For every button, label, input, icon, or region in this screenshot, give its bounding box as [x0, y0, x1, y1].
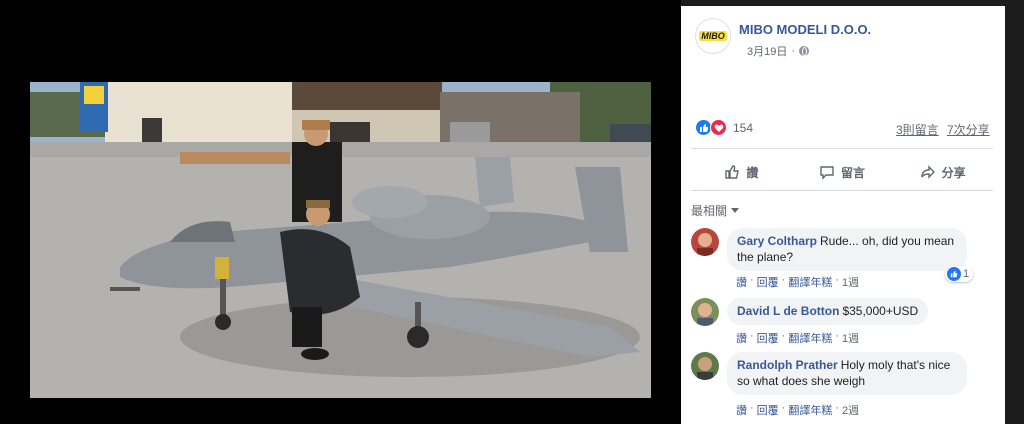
page-avatar[interactable]: MIBO [695, 18, 731, 54]
separator: · [835, 330, 840, 342]
comment-item: Randolph Prather Holy moly that's nice so… [691, 352, 991, 418]
globe-icon[interactable] [799, 46, 810, 56]
divider [691, 148, 993, 149]
comment-like-link[interactable]: 讚 [736, 402, 747, 418]
comment-item: Gary Coltharp Rude... oh, did you mean th… [691, 228, 991, 290]
page-logo-text: MIBO [699, 31, 727, 41]
comment-reaction-count[interactable]: 1 [945, 266, 974, 282]
comment-actions: 讚 · 回覆 · 翻譯年糕 · 1週 [736, 274, 859, 290]
reactions-summary: 154 3則留言 7次分享 [695, 119, 995, 137]
comment-author[interactable]: David L de Botton [737, 304, 839, 318]
comment-bubble-icon [820, 166, 834, 180]
comment-translate-link[interactable]: 翻譯年糕 [788, 402, 832, 418]
thumbs-up-icon [725, 165, 740, 179]
comment-reply-link[interactable]: 回覆 [757, 402, 779, 418]
like-label: 讚 [746, 165, 759, 180]
like-button[interactable]: 讚 [691, 154, 792, 190]
comment-label: 留言 [841, 165, 866, 180]
like-reaction-icon [947, 267, 961, 281]
love-reaction-icon[interactable] [710, 119, 727, 136]
comment-like-link[interactable]: 讚 [736, 330, 747, 346]
share-arrow-icon [920, 165, 935, 179]
comment-like-link[interactable]: 讚 [736, 274, 747, 290]
comment-time[interactable]: 1週 [842, 274, 859, 290]
separator: · [750, 274, 754, 286]
comment-count-link[interactable]: 3則留言 [896, 121, 939, 138]
comment-translate-link[interactable]: 翻譯年糕 [788, 274, 832, 290]
photo-drone-scene [30, 82, 651, 398]
share-button[interactable]: 分享 [892, 154, 993, 190]
commenter-avatar[interactable] [691, 298, 719, 326]
comment-reply-link[interactable]: 回覆 [757, 330, 779, 346]
comment-translate-link[interactable]: 翻譯年糕 [788, 330, 832, 346]
comment-button[interactable]: 留言 [792, 154, 893, 190]
post-date[interactable]: 3月19日 [747, 43, 787, 59]
comment-sort-dropdown[interactable]: 最相關 [691, 202, 740, 219]
caret-down-icon [731, 208, 740, 213]
post-photo[interactable] [30, 82, 651, 398]
comment-text: $35,000+USD [842, 304, 919, 318]
page-name-link[interactable]: MIBO MODELI D.O.O. [739, 22, 871, 37]
share-count-link[interactable]: 7次分享 [947, 121, 990, 138]
meta-separator: · [791, 45, 796, 57]
separator: · [835, 402, 840, 414]
comment-author[interactable]: Gary Coltharp [737, 234, 817, 248]
separator: · [781, 274, 786, 286]
viewer-edge [1005, 0, 1024, 424]
comment-bubble: Randolph Prather Holy moly that's nice so… [727, 352, 967, 395]
separator: · [750, 330, 754, 342]
comment-time[interactable]: 1週 [842, 330, 859, 346]
separator: · [750, 402, 754, 414]
comment-actions: 讚 · 回覆 · 翻譯年糕 · 2週 [736, 402, 859, 418]
comment-reply-link[interactable]: 回覆 [757, 274, 779, 290]
separator: · [781, 402, 786, 414]
post-panel: MIBO MIBO MODELI D.O.O. 3月19日 · 154 3則留言… [681, 6, 1005, 424]
separator: · [835, 274, 840, 286]
photo-viewer [0, 0, 681, 424]
comment-author[interactable]: Randolph Prather [737, 358, 838, 372]
post-header: MIBO MIBO MODELI D.O.O. 3月19日 · [695, 18, 995, 62]
separator: · [781, 330, 786, 342]
comment-item: David L de Botton $35,000+USD 讚 · 回覆 · 翻譯… [691, 298, 991, 346]
comment-bubble: David L de Botton $35,000+USD [727, 298, 929, 325]
comment-reaction-number: 1 [963, 268, 970, 280]
comment-bubble: Gary Coltharp Rude... oh, did you mean th… [727, 228, 967, 271]
share-label: 分享 [941, 165, 966, 180]
comment-actions: 讚 · 回覆 · 翻譯年糕 · 1週 [736, 330, 859, 346]
sort-label: 最相關 [691, 204, 728, 218]
commenter-avatar[interactable] [691, 228, 719, 256]
comment-time[interactable]: 2週 [842, 402, 859, 418]
post-meta: 3月19日 · [747, 43, 810, 59]
reaction-count[interactable]: 154 [733, 121, 753, 135]
post-actions: 讚 留言 分享 [691, 154, 993, 190]
commenter-avatar[interactable] [691, 352, 719, 380]
divider [691, 190, 993, 191]
